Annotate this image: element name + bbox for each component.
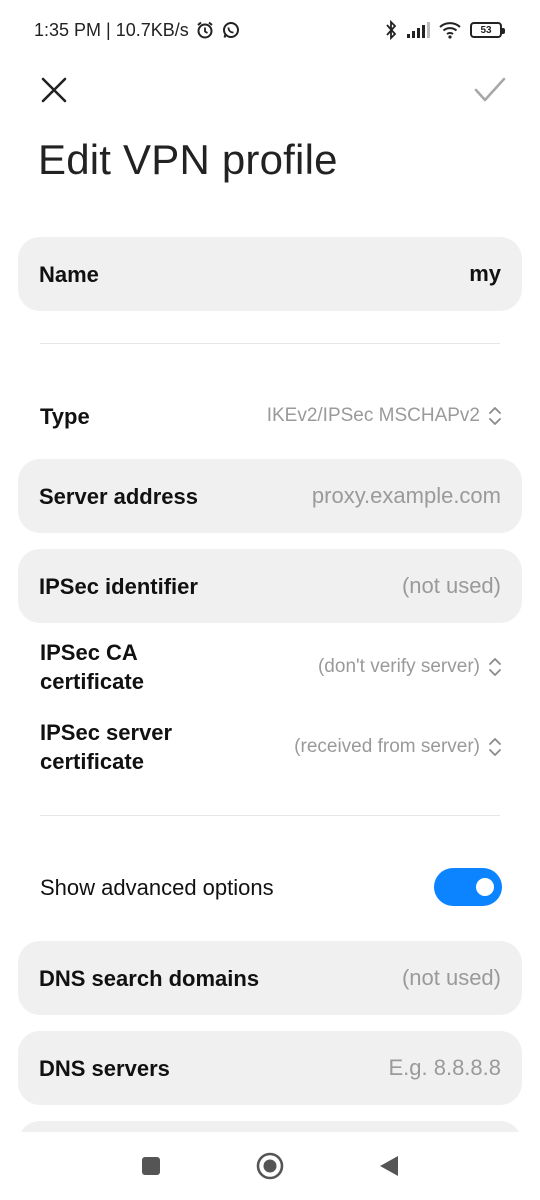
battery-icon: 53 <box>470 22 505 38</box>
ipsec-identifier-label: IPSec identifier <box>39 573 198 599</box>
divider-top <box>40 343 500 344</box>
name-label: Name <box>39 261 99 287</box>
chevron-updown-icon <box>489 738 501 756</box>
ipsec-ca-certificate-value: (don't verify server) <box>317 656 480 677</box>
close-icon <box>41 77 67 103</box>
ipsec-server-certificate-select[interactable]: IPSec server certificate (received from … <box>40 717 502 777</box>
type-value-wrap: IKEv2/IPSec MSCHAPv2 <box>267 405 502 427</box>
type-value: IKEv2/IPSec MSCHAPv2 <box>266 405 480 426</box>
name-value: my <box>469 261 501 286</box>
alarm-icon <box>195 20 215 40</box>
ipsec-identifier-placeholder: (not used) <box>401 573 501 598</box>
confirm-button[interactable] <box>468 68 512 112</box>
home-button[interactable] <box>248 1144 292 1188</box>
back-button[interactable] <box>367 1144 411 1188</box>
ipsec-server-value-wrap: (received from server) <box>294 736 502 758</box>
status-left: 1:35 PM | 10.7KB/s <box>34 20 241 41</box>
chevron-updown-icon <box>489 407 501 425</box>
status-bar: 1:35 PM | 10.7KB/s 53 <box>0 0 540 60</box>
ipsec-server-certificate-value: (received from server) <box>294 736 480 757</box>
toggle-knob <box>476 878 494 896</box>
check-icon <box>474 77 506 102</box>
dns-servers-field[interactable]: DNS servers E.g. 8.8.8.8 <box>18 1031 522 1105</box>
signal-icon <box>406 22 430 38</box>
ipsec-server-label-line2: certificate <box>40 749 144 774</box>
name-field[interactable]: Name my <box>18 237 522 311</box>
status-right: 53 <box>384 20 505 40</box>
divider-middle <box>40 815 500 816</box>
ipsec-server-certificate-label: IPSec server certificate <box>40 718 172 776</box>
close-button[interactable] <box>32 68 76 112</box>
dns-servers-label: DNS servers <box>39 1055 170 1081</box>
dns-servers-placeholder: E.g. 8.8.8.8 <box>388 1055 501 1080</box>
show-advanced-options-label: Show advanced options <box>40 874 274 900</box>
ipsec-server-label-line1: IPSec server <box>40 720 173 745</box>
ipsec-ca-value-wrap: (don't verify server) <box>318 656 502 678</box>
server-address-placeholder: proxy.example.com <box>311 483 501 508</box>
recents-button[interactable] <box>129 1144 173 1188</box>
ipsec-ca-label-line2: certificate <box>40 669 144 694</box>
type-label: Type <box>40 403 90 429</box>
ipsec-identifier-field[interactable]: IPSec identifier (not used) <box>18 549 522 623</box>
chevron-updown-icon <box>489 658 501 676</box>
toolbar <box>0 60 540 116</box>
dns-search-domains-field[interactable]: DNS search domains (not used) <box>18 941 522 1015</box>
ipsec-ca-label-line1: IPSec CA <box>40 640 138 665</box>
server-address-field[interactable]: Server address proxy.example.com <box>18 459 522 533</box>
dns-search-domains-placeholder: (not used) <box>401 965 501 990</box>
show-advanced-options-row[interactable]: Show advanced options <box>40 866 502 908</box>
bluetooth-icon <box>384 20 398 40</box>
ipsec-ca-certificate-select[interactable]: IPSec CA certificate (don't verify serve… <box>40 637 502 697</box>
type-select[interactable]: Type IKEv2/IPSec MSCHAPv2 <box>40 398 502 434</box>
page-title: Edit VPN profile <box>38 136 338 183</box>
home-circle-icon <box>256 1152 284 1180</box>
ipsec-ca-certificate-label: IPSec CA certificate <box>40 638 144 696</box>
status-time-speed: 1:35 PM | 10.7KB/s <box>34 19 189 40</box>
wifi-icon <box>438 21 462 39</box>
whatsapp-icon <box>221 20 241 40</box>
dns-search-domains-label: DNS search domains <box>39 965 260 991</box>
show-advanced-options-toggle[interactable] <box>434 868 502 906</box>
back-triangle-icon <box>380 1156 398 1176</box>
server-address-label: Server address <box>39 483 198 509</box>
navigation-bar <box>0 1132 540 1200</box>
recents-square-icon <box>142 1157 160 1175</box>
